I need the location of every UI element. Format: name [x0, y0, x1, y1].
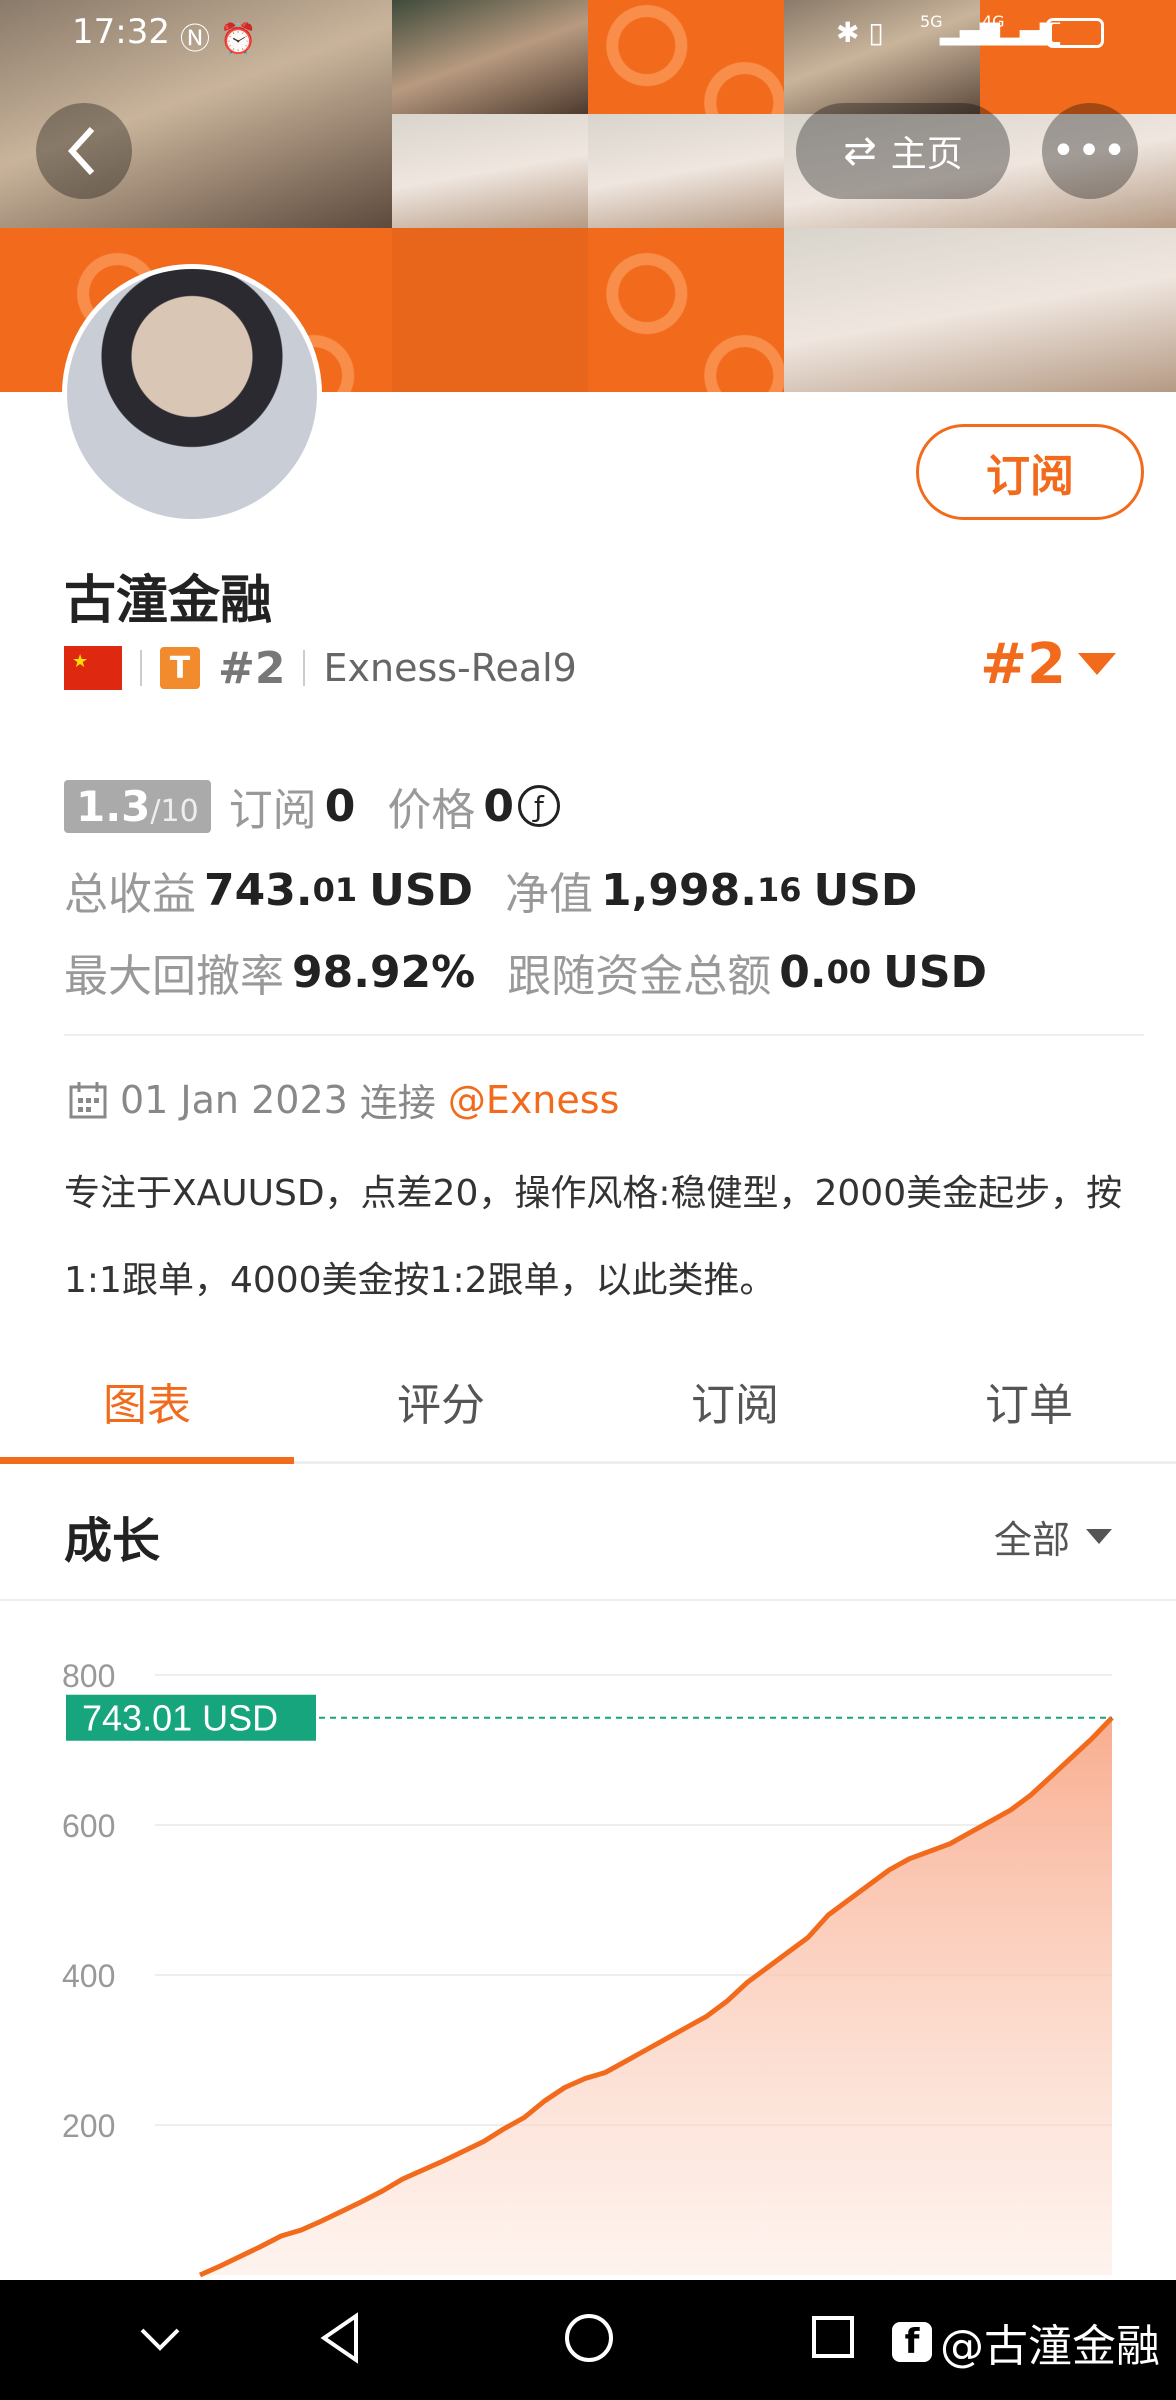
t-badge: T — [160, 647, 200, 689]
subscribe-button[interactable]: 订阅 — [916, 424, 1144, 520]
watermark-text: @古潼金融 — [940, 2321, 1160, 2372]
price-label: 价格 — [387, 785, 476, 836]
growth-chart: 800 600 400 200 743.01 USD — [62, 1658, 1114, 2278]
connect-date: 01 Jan 2023 — [120, 1077, 348, 1122]
strategy-description: 专注于XAUUSD，点差20，操作风格:稳健型，2000美金起步，按1:1跟单，… — [64, 1173, 1123, 1301]
divider — [303, 650, 306, 686]
china-flag-icon: ★ — [64, 646, 122, 690]
y-tick-label: 800 — [62, 1658, 115, 1694]
rank-small: #2 — [218, 642, 286, 694]
chevron-down-icon[interactable] — [136, 2308, 184, 2368]
equity-int: 1,998. — [601, 864, 757, 916]
coin-icon: ƒ — [517, 785, 560, 827]
system-nav-bar: f @古潼金融 — [0, 2280, 1176, 2400]
bluetooth-icon: ✱ ▯ — [836, 16, 884, 49]
range-filter-label: 全部 — [993, 1518, 1070, 1562]
more-button[interactable]: ••• — [1042, 103, 1138, 199]
tab-chart[interactable]: 图表 — [0, 1340, 294, 1464]
equity-label: 净值 — [505, 869, 594, 920]
banner-photo — [784, 228, 1176, 392]
banner-photo — [392, 114, 588, 228]
tab-rating[interactable]: 评分 — [294, 1340, 588, 1461]
calendar-icon — [69, 1081, 107, 1118]
total-profit-dec: 01 — [312, 871, 358, 909]
banner-pattern — [392, 228, 588, 392]
divider — [64, 1034, 1144, 1036]
subscribe-count-label: 订阅 — [228, 785, 317, 836]
metrics-row-2: 总收益 743. 01 USD 净值 1,998. 16 USD — [64, 858, 917, 922]
y-tick-label: 600 — [62, 1808, 115, 1844]
broker-link[interactable]: @Exness — [448, 1078, 620, 1122]
total-profit-label: 总收益 — [64, 869, 196, 920]
follow-funds-dec: 00 — [826, 953, 872, 991]
banner-pattern — [588, 228, 784, 392]
recents-square-icon[interactable] — [808, 2308, 858, 2368]
section-title: 成长 — [64, 1513, 161, 1569]
max-drawdown-label: 最大回撤率 — [64, 951, 284, 1002]
current-value-label: 743.01 USD — [82, 1698, 278, 1739]
rank-large: #2 — [980, 632, 1066, 697]
equity-unit: USD — [813, 864, 918, 916]
growth-area — [200, 1717, 1112, 2275]
back-button[interactable] — [36, 103, 132, 199]
tab-bar: 图表 评分 订阅 订单 — [0, 1340, 1176, 1464]
divider — [140, 650, 142, 686]
equity-dec: 16 — [756, 871, 802, 909]
status-bar: 17:32 Ⓝ ⏰ ✱ ▯ 5G ▂▄▆ 4G ▂▄▆ — [0, 12, 1176, 60]
watermark: f @古潼金融 — [892, 2310, 1160, 2374]
follow-funds-unit: USD — [883, 946, 988, 998]
follow-funds-label: 跟随资金总额 — [507, 951, 772, 1002]
score-max: /10 — [150, 793, 199, 829]
caret-down-icon — [1078, 652, 1116, 675]
nfc-icon: Ⓝ ⏰ — [180, 22, 257, 57]
avatar[interactable] — [62, 264, 322, 524]
max-drawdown-value: 98.92% — [292, 946, 476, 998]
range-filter-dropdown[interactable]: 全部 — [994, 1509, 1112, 1564]
trader-info-row: ★ T #2 Exness-Real9 — [64, 642, 577, 694]
y-tick-label: 400 — [62, 1958, 115, 1994]
home-circle-icon[interactable] — [562, 2308, 616, 2368]
trader-name: 古潼金融 — [64, 571, 273, 631]
score-badge: 1.3/10 — [64, 779, 211, 833]
connect-label: 连接 — [359, 1081, 436, 1125]
tab-subscribe[interactable]: 订阅 — [588, 1340, 882, 1461]
banner-photo — [588, 114, 784, 228]
subscribe-count: 0 — [324, 780, 356, 832]
swap-icon: ⇄ — [843, 128, 877, 174]
total-profit-unit: USD — [369, 864, 474, 916]
more-icon: ••• — [1051, 128, 1129, 174]
total-profit-int: 743. — [204, 864, 313, 916]
metrics-row-1: 1.3/10 订阅 0 价格 0 ƒ — [64, 774, 560, 838]
battery-icon — [1046, 18, 1104, 48]
rank-dropdown[interactable]: #2 — [980, 632, 1116, 697]
home-label: 主页 — [890, 134, 963, 175]
caret-down-icon — [1086, 1528, 1112, 1544]
connection-info: 01 Jan 2023 连接 @Exness — [68, 1072, 619, 1127]
growth-section-header: 成长 全部 — [0, 1467, 1176, 1601]
home-button[interactable]: ⇄ 主页 — [796, 103, 1010, 199]
y-tick-label: 200 — [62, 2108, 115, 2144]
chevron-left-icon — [67, 126, 95, 176]
follow-funds-int: 0. — [779, 946, 827, 998]
metrics-row-3: 最大回撤率 98.92% 跟随资金总额 0. 00 USD — [64, 940, 987, 1004]
status-time: 17:32 — [72, 12, 170, 52]
facebook-icon: f — [892, 2322, 932, 2362]
score-value: 1.3 — [76, 781, 151, 831]
tab-orders[interactable]: 订单 — [882, 1340, 1176, 1461]
server-name: Exness-Real9 — [323, 646, 577, 690]
back-triangle-icon[interactable] — [316, 2308, 366, 2368]
price-value: 0 — [483, 780, 514, 832]
